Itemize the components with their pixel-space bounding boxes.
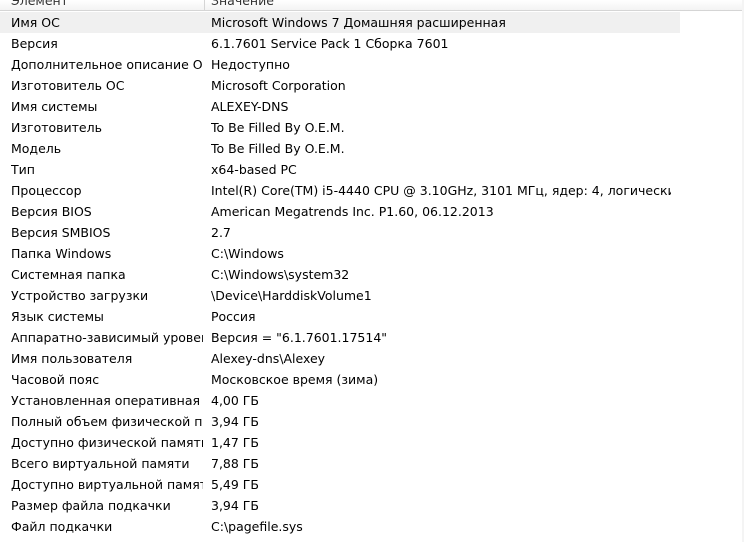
table-row[interactable]: Язык системы Россия (0, 306, 744, 327)
table-row[interactable]: Версия 6.1.7601 Service Pack 1 Сборка 760… (0, 33, 744, 54)
item-name: Язык системы (11, 309, 104, 324)
item-name: Папка Windows (11, 246, 112, 261)
item-name: Доступно виртуальной памяти (11, 477, 203, 492)
item-name: Полный объем физической па... (11, 414, 203, 429)
item-value: American Megatrends Inc. P1.60, 06.12.20… (211, 204, 494, 219)
item-value: 1,47 ГБ (211, 435, 260, 450)
item-name: Устройство загрузки (11, 288, 149, 303)
item-value: 3,94 ГБ (211, 498, 260, 513)
item-value: Alexey-dns\Alexey (211, 351, 326, 366)
item-value: C:\Windows\system32 (211, 267, 350, 282)
item-name: Доступно физической памяти (11, 435, 203, 450)
table-row[interactable]: Размер файла подкачки 3,94 ГБ (0, 495, 744, 516)
column-header-value[interactable]: Значение (211, 0, 274, 8)
item-value: 5,49 ГБ (211, 477, 260, 492)
item-value: Версия = "6.1.7601.17514" (211, 330, 388, 345)
table-row[interactable]: Устройство загрузки \Device\HarddiskVolum… (0, 285, 744, 306)
table-row[interactable]: Всего виртуальной памяти 7,88 ГБ (0, 453, 744, 474)
table-row[interactable]: Доступно физической памяти 1,47 ГБ (0, 432, 744, 453)
item-value: ALEXEY-DNS (211, 99, 289, 114)
item-value: Россия (211, 309, 256, 324)
item-value: 7,88 ГБ (211, 456, 260, 471)
table-row[interactable]: Версия BIOS American Megatrends Inc. P1.6… (0, 201, 744, 222)
item-value: Intel(R) Core(TM) i5-4440 CPU @ 3.10GHz,… (211, 183, 671, 198)
item-value: Московское время (зима) (211, 372, 379, 387)
item-name: Версия (11, 36, 58, 51)
item-name: Версия SMBIOS (11, 225, 111, 240)
table-row[interactable]: Аппаратно-зависимый уровен... Версия = "6… (0, 327, 744, 348)
table-row[interactable]: Файл подкачки C:\pagefile.sys (0, 516, 744, 537)
table-row[interactable]: Изготовитель To Be Filled By O.E.M. (0, 117, 744, 138)
item-name: Изготовитель (11, 120, 102, 135)
item-value: 3,94 ГБ (211, 414, 260, 429)
item-name: Модель (11, 141, 62, 156)
item-name: Системная папка (11, 267, 126, 282)
table-row[interactable]: Имя пользователя Alexey-dns\Alexey (0, 348, 744, 369)
item-name: Изготовитель ОС (11, 78, 125, 93)
table-row[interactable]: Доступно виртуальной памяти 5,49 ГБ (0, 474, 744, 495)
item-value: To Be Filled By O.E.M. (211, 120, 345, 135)
item-name: Установленная оперативная п... (11, 393, 203, 408)
item-value: C:\Windows (211, 246, 284, 261)
item-value: \Device\HarddiskVolume1 (211, 288, 372, 303)
column-header-element[interactable]: Элемент (11, 0, 68, 8)
item-value: x64-based PC (211, 162, 297, 177)
item-name: Часовой пояс (11, 372, 100, 387)
item-name: Дополнительное описание ОС (11, 57, 203, 72)
item-name: Имя системы (11, 99, 98, 114)
item-value: 6.1.7601 Service Pack 1 Сборка 7601 (211, 36, 449, 51)
table-row[interactable]: Тип x64-based PC (0, 159, 744, 180)
table-row[interactable]: Имя системы ALEXEY-DNS (0, 96, 744, 117)
column-divider[interactable] (204, 0, 205, 10)
item-name: Версия BIOS (11, 204, 92, 219)
table-row[interactable]: Модель To Be Filled By O.E.M. (0, 138, 744, 159)
item-name: Аппаратно-зависимый уровен... (11, 330, 203, 345)
table-row[interactable]: Часовой пояс Московское время (зима) (0, 369, 744, 390)
item-value: 2.7 (211, 225, 231, 240)
item-name: Файл подкачки (11, 519, 113, 534)
item-value: 4,00 ГБ (211, 393, 260, 408)
table-row[interactable]: Полный объем физической па... 3,94 ГБ (0, 411, 744, 432)
system-info-list: Имя ОС Microsoft Windows 7 Домашняя расши… (0, 12, 744, 537)
item-name: Имя пользователя (11, 351, 133, 366)
item-value: C:\pagefile.sys (211, 519, 303, 534)
table-row[interactable]: Процессор Intel(R) Core(TM) i5-4440 CPU @… (0, 180, 744, 201)
table-row[interactable]: Изготовитель ОС Microsoft Corporation (0, 75, 744, 96)
item-name: Имя ОС (11, 15, 60, 30)
item-name: Всего виртуальной памяти (11, 456, 190, 471)
item-value: Microsoft Corporation (211, 78, 346, 93)
item-value: To Be Filled By O.E.M. (211, 141, 345, 156)
table-row[interactable]: Дополнительное описание ОС Недоступно (0, 54, 744, 75)
item-value: Microsoft Windows 7 Домашняя расширенная (211, 15, 506, 30)
item-name: Размер файла подкачки (11, 498, 171, 513)
item-name: Процессор (11, 183, 82, 198)
table-row[interactable]: Версия SMBIOS 2.7 (0, 222, 744, 243)
table-row[interactable]: Имя ОС Microsoft Windows 7 Домашняя расши… (0, 12, 744, 33)
item-name: Тип (11, 162, 35, 177)
column-header: Элемент Значение (0, 0, 744, 11)
table-row[interactable]: Установленная оперативная п... 4,00 ГБ (0, 390, 744, 411)
item-value: Недоступно (211, 57, 290, 72)
table-row[interactable]: Папка Windows C:\Windows (0, 243, 744, 264)
table-row[interactable]: Системная папка C:\Windows\system32 (0, 264, 744, 285)
